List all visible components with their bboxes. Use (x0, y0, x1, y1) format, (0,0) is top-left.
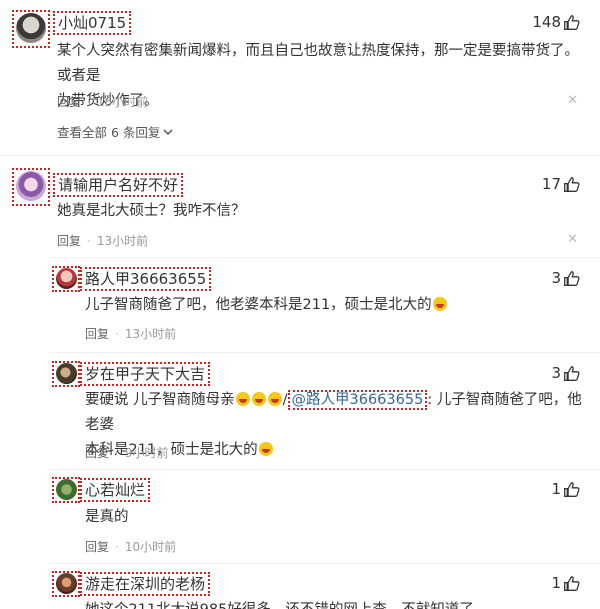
reply-text: 是真的 (85, 509, 129, 525)
timestamp: 13小时前 (96, 234, 149, 248)
divider (50, 352, 600, 353)
separator-dot: · (115, 326, 119, 341)
thumbs-up-icon[interactable] (563, 176, 580, 193)
username[interactable]: 请输用户名好不好 (53, 173, 184, 197)
laughing-emoji-icon (432, 297, 447, 311)
comment-meta: 回复 · 13小时前 (57, 232, 148, 249)
avatar[interactable] (56, 363, 77, 384)
close-icon[interactable]: ✕ (567, 232, 578, 247)
divider (50, 257, 600, 258)
like-count[interactable]: 1 (551, 574, 580, 592)
reply-meta: 回复 · 10小时前 (85, 538, 176, 555)
comment-text: 她真是北大硕士？我咋不信？ (57, 203, 246, 219)
like-count[interactable]: 148 (532, 13, 580, 31)
view-all-replies[interactable]: 查看全部 6 条回复 (57, 122, 173, 141)
timestamp: 10小时前 (124, 540, 177, 554)
reply-text: 儿子智商随爸了吧，他老婆本科是211，硕士是北大的 (85, 293, 448, 318)
reply-button[interactable]: 回复 (85, 538, 109, 555)
like-count[interactable]: 17 (542, 175, 580, 193)
username[interactable]: 心若灿烂 (80, 478, 151, 502)
like-count-value: 3 (551, 364, 561, 382)
like-count-value: 148 (532, 13, 561, 31)
like-count[interactable]: 3 (551, 364, 580, 382)
divider (50, 469, 600, 470)
thumbs-up-icon[interactable] (563, 481, 580, 498)
avatar[interactable] (56, 573, 77, 594)
comment-text-line: 某个人突然有密集新闻爆料，而且自己也故意让热度保持，那一定是要搞带货了。或者是 (57, 43, 579, 84)
view-all-label: 查看全部 6 条回复 (57, 125, 161, 140)
laughing-emoji-icon (235, 392, 250, 406)
separator-dot: · (115, 539, 119, 554)
timestamp: 13小时前 (124, 327, 177, 341)
slash-separator: / (282, 392, 288, 408)
separator-dot: · (87, 233, 91, 248)
avatar[interactable] (16, 171, 46, 201)
reply-button[interactable]: 回复 (57, 232, 81, 249)
reply-text-line: 要硬说 儿子智商随母亲 / @路人甲36663655: 儿子智商随爸了吧，他老婆 (85, 388, 585, 438)
thumbs-up-icon[interactable] (563, 575, 580, 592)
like-count[interactable]: 3 (551, 269, 580, 287)
reply-button[interactable]: 回复 (85, 325, 109, 342)
reply-meta: 回复 · 9小时前 (85, 444, 168, 461)
timestamp: 9小时前 (124, 446, 169, 460)
laughing-emoji-icon (251, 392, 266, 406)
avatar[interactable] (56, 268, 77, 289)
thumbs-up-icon[interactable] (563, 14, 580, 31)
like-count[interactable]: 1 (551, 480, 580, 498)
like-count-value: 17 (541, 175, 561, 193)
separator-dot: · (115, 445, 119, 460)
divider (50, 563, 600, 564)
close-icon[interactable]: ✕ (567, 93, 578, 108)
username[interactable]: 路人甲36663655 (80, 267, 212, 291)
like-count-value: 1 (551, 480, 561, 498)
reply-button[interactable]: 回复 (57, 93, 81, 110)
avatar[interactable] (16, 13, 46, 43)
reply-meta: 回复 · 13小时前 (85, 325, 176, 342)
separator-dot: · (87, 94, 91, 109)
thumbs-up-icon[interactable] (563, 365, 580, 382)
comment-meta: 回复 · 16小时前 (57, 93, 148, 110)
laughing-emoji-icon (267, 392, 282, 406)
like-count-value: 1 (551, 574, 561, 592)
timestamp: 16小时前 (96, 95, 149, 109)
username[interactable]: 游走在深圳的老杨 (80, 572, 211, 596)
reply-button[interactable]: 回复 (85, 444, 109, 461)
reply-text-part: 要硬说 儿子智商随母亲 (85, 392, 235, 408)
divider (0, 155, 600, 156)
mention-link[interactable]: @路人甲36663655 (287, 390, 428, 410)
avatar[interactable] (56, 479, 77, 500)
like-count-value: 3 (551, 269, 561, 287)
username[interactable]: 岁在甲子天下大吉 (80, 362, 211, 386)
reply-text: 她这个211北大说985好很多，还不错的网上查，不就知道了 (85, 598, 474, 609)
thumbs-up-icon[interactable] (563, 270, 580, 287)
laughing-emoji-icon (258, 442, 273, 456)
reply-text-body: 儿子智商随爸了吧，他老婆本科是211，硕士是北大的 (85, 297, 432, 313)
chevron-down-icon (163, 128, 173, 135)
username[interactable]: 小灿0715 (53, 11, 132, 35)
